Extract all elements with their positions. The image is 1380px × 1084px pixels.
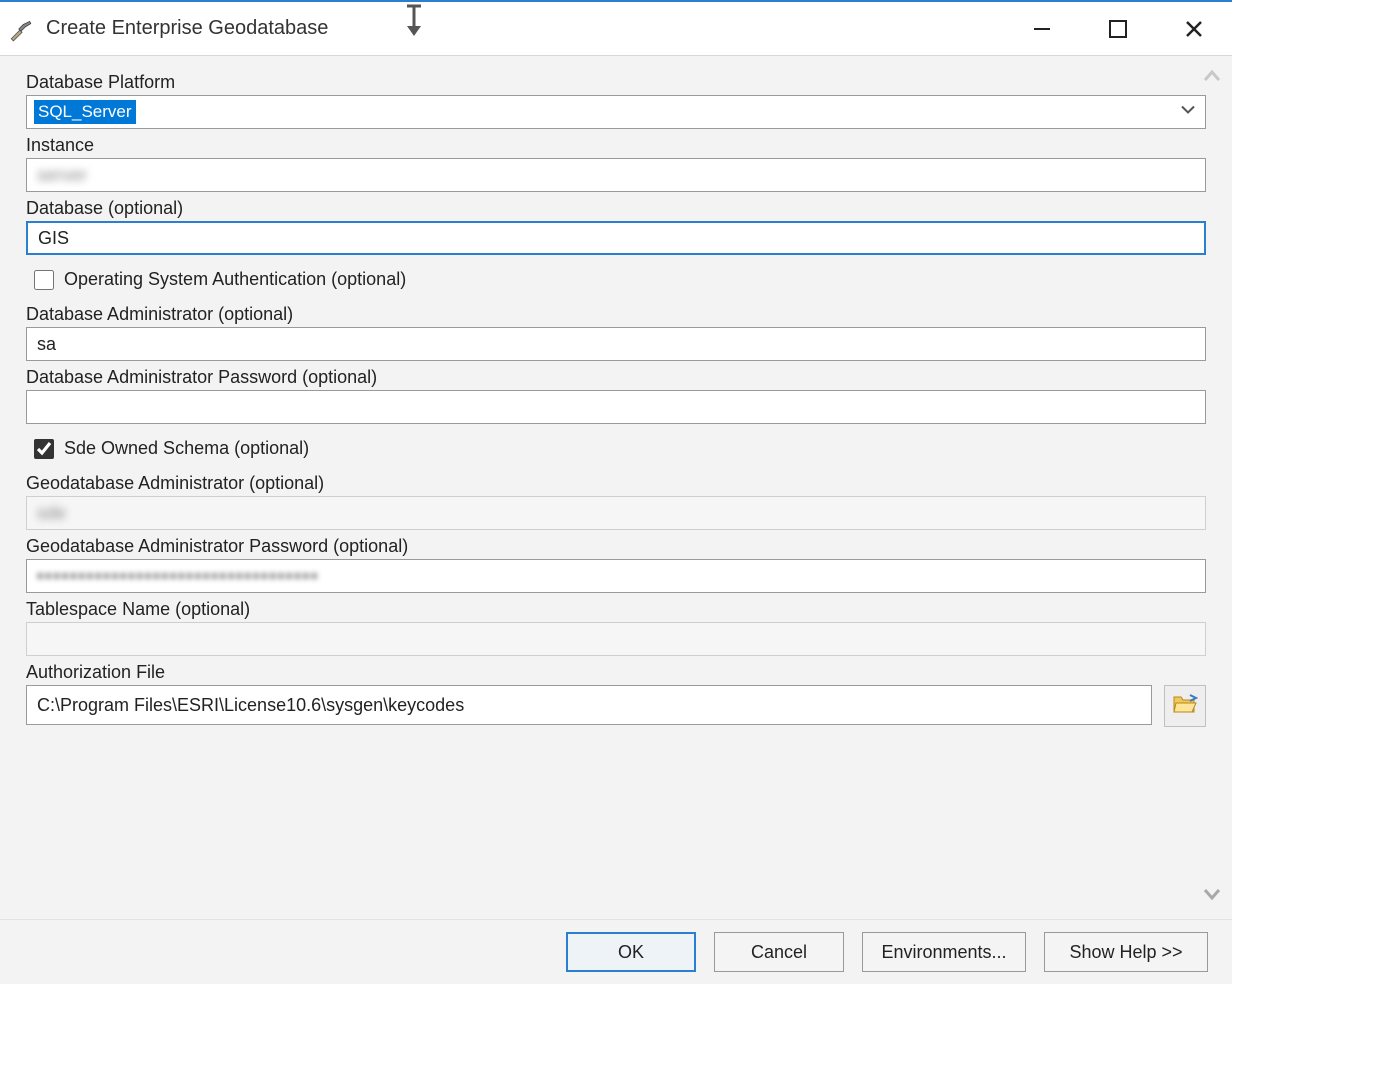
db-admin-password-input[interactable]: [26, 390, 1206, 424]
database-platform-select[interactable]: SQL_Server: [26, 95, 1206, 129]
field-instance: Instance server: [26, 135, 1206, 192]
instance-label: Instance: [26, 135, 1206, 156]
cancel-button[interactable]: Cancel: [714, 932, 844, 972]
field-gdb-admin-password: Geodatabase Administrator Password (opti…: [26, 536, 1206, 593]
folder-open-icon: [1172, 693, 1198, 720]
window-controls: [1022, 9, 1226, 49]
tablespace-input: [26, 622, 1206, 656]
field-db-admin: Database Administrator (optional): [26, 304, 1206, 361]
minimize-button[interactable]: [1022, 9, 1062, 49]
gdb-admin-password-input[interactable]: ••••••••••••••••••••••••••••••••••: [26, 559, 1206, 593]
database-platform-label: Database Platform: [26, 72, 1206, 93]
close-button[interactable]: [1174, 9, 1214, 49]
sde-owned-label[interactable]: Sde Owned Schema (optional): [64, 438, 309, 459]
field-db-admin-password: Database Administrator Password (optiona…: [26, 367, 1206, 424]
gdb-admin-password-label: Geodatabase Administrator Password (opti…: [26, 536, 1206, 557]
field-tablespace: Tablespace Name (optional): [26, 599, 1206, 656]
button-bar: OK Cancel Environments... Show Help >>: [0, 920, 1232, 984]
titlebar: Create Enterprise Geodatabase: [0, 0, 1232, 56]
field-sde-owned: Sde Owned Schema (optional): [34, 438, 1206, 459]
field-gdb-admin: Geodatabase Administrator (optional) sde: [26, 473, 1206, 530]
db-admin-label: Database Administrator (optional): [26, 304, 1206, 325]
instance-input[interactable]: server: [26, 158, 1206, 192]
browse-button[interactable]: [1164, 685, 1206, 727]
auth-file-input[interactable]: [26, 685, 1152, 725]
auth-file-label: Authorization File: [26, 662, 1206, 683]
environments-button[interactable]: Environments...: [862, 932, 1026, 972]
maximize-button[interactable]: [1098, 9, 1138, 49]
form-panel: Database Platform SQL_Server Instance se…: [0, 56, 1232, 920]
gdb-admin-input: sde: [26, 496, 1206, 530]
database-platform-input[interactable]: [26, 95, 1206, 129]
gdb-admin-password-dots: ••••••••••••••••••••••••••••••••••: [37, 566, 319, 587]
field-os-auth: Operating System Authentication (optiona…: [34, 269, 1206, 290]
field-database: Database (optional): [26, 198, 1206, 255]
gdb-admin-label: Geodatabase Administrator (optional): [26, 473, 1206, 494]
field-database-platform: Database Platform SQL_Server: [26, 72, 1206, 129]
sde-owned-checkbox[interactable]: [34, 439, 54, 459]
gdb-admin-value-blurred: sde: [37, 503, 66, 524]
hammer-icon: [6, 14, 36, 44]
window-title: Create Enterprise Geodatabase: [46, 17, 328, 40]
scroll-down-icon[interactable]: [1202, 884, 1222, 909]
field-auth-file: Authorization File: [26, 662, 1206, 727]
tablespace-label: Tablespace Name (optional): [26, 599, 1206, 620]
database-input[interactable]: [26, 221, 1206, 255]
os-auth-label[interactable]: Operating System Authentication (optiona…: [64, 269, 406, 290]
db-admin-input[interactable]: [26, 327, 1206, 361]
instance-value-blurred: server: [37, 165, 87, 186]
database-label: Database (optional): [26, 198, 1206, 219]
scroll-up-icon[interactable]: [1202, 66, 1222, 91]
db-admin-password-label: Database Administrator Password (optiona…: [26, 367, 1206, 388]
show-help-button[interactable]: Show Help >>: [1044, 932, 1208, 972]
ok-button[interactable]: OK: [566, 932, 696, 972]
os-auth-checkbox[interactable]: [34, 270, 54, 290]
drop-cursor-icon: [403, 4, 425, 43]
